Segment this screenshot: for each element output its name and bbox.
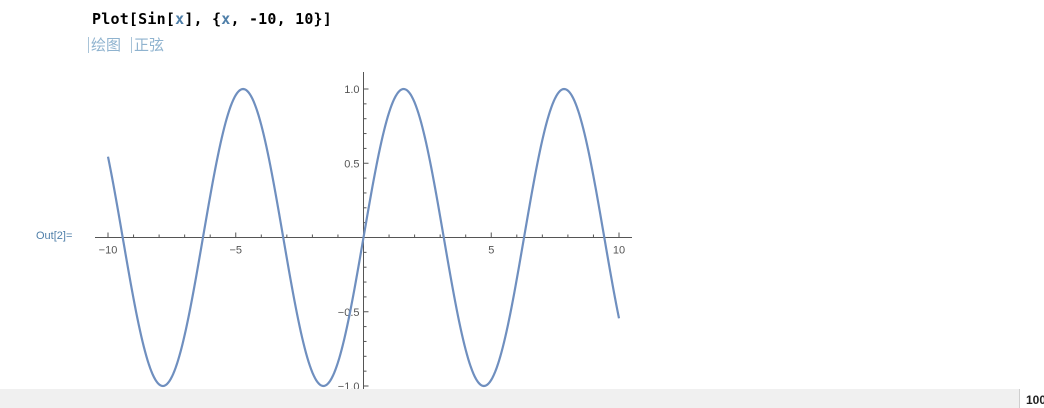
status-bar [0,389,1044,408]
plot-tick-labels: −10 −5 5 10−1.0−0.50.51.0 [99,84,625,393]
notebook-page: Plot[Sin[x], {x, -10, 10}] 绘图 正弦 Out[2]=… [0,0,1044,408]
sine-plot[interactable]: −10 −5 5 10−1.0−0.50.51.0 [0,0,1044,408]
zoom-level[interactable]: 100% [1019,389,1044,408]
y-tick-label: 0.5 [344,158,359,170]
x-tick-label: −5 [229,245,242,257]
y-tick-label: 1.0 [344,84,359,96]
x-tick-label: −10 [99,245,118,257]
x-tick-label: 10 [613,245,625,257]
x-tick-label: 5 [488,245,494,257]
